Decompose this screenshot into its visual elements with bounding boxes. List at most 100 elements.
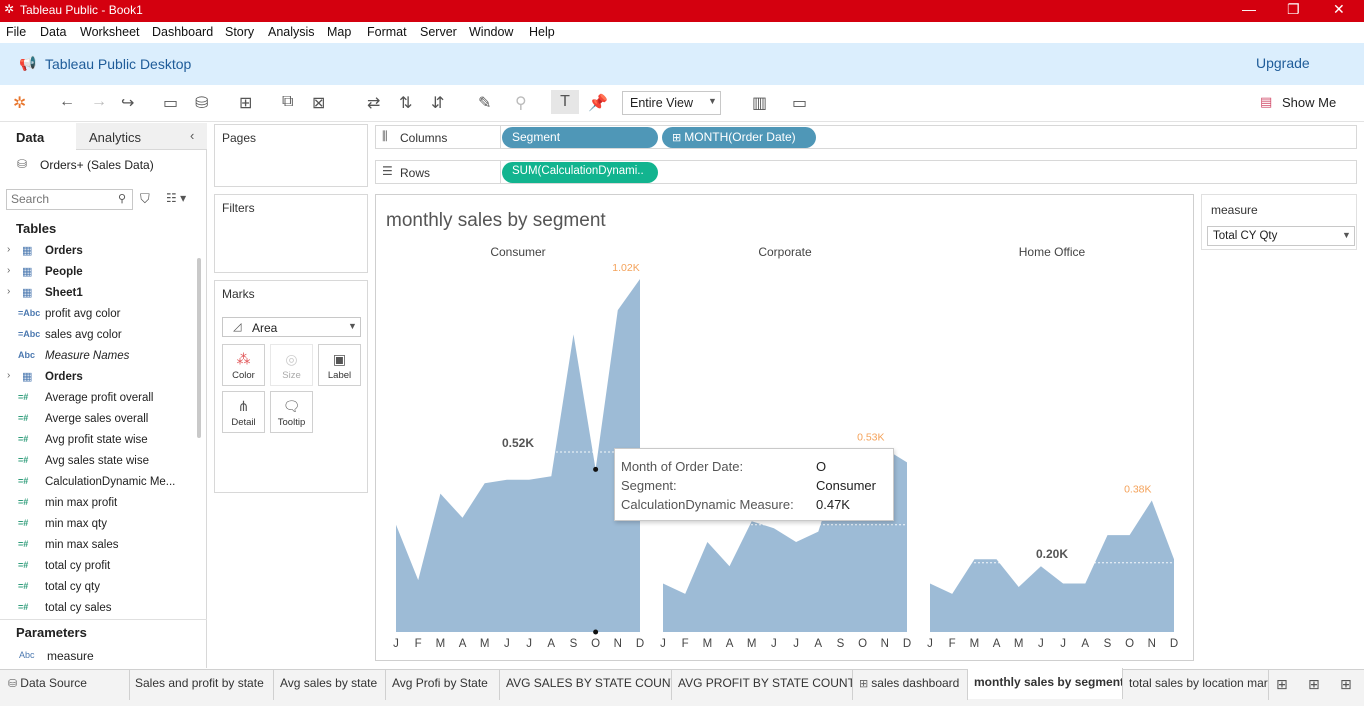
maximize-icon[interactable]: ❐ [1287,1,1300,18]
color-button[interactable]: ⁂ Color [222,344,265,386]
tab-avg-profit-by-state-count[interactable]: AVG PROFIT BY STATE COUNT [672,669,853,700]
pin-axis-icon[interactable]: 📌 [588,93,608,113]
new-datasource-icon[interactable]: ⛁ [195,93,208,113]
pages-card[interactable]: Pages [214,124,368,187]
tab-analytics[interactable]: Analytics ‹ [76,123,207,150]
tab-data-source[interactable]: ⛁ Data Source [0,669,130,700]
minimize-icon[interactable]: — [1242,1,1256,17]
menu-bar: File Data Worksheet Dashboard Story Anal… [0,22,1364,43]
show-labels-icon[interactable]: T [551,90,579,114]
field-item[interactable]: =# Avg sales state wise [0,451,190,472]
field-item[interactable]: =# min max qty [0,514,190,535]
expand-arrow-icon[interactable]: › [7,244,10,255]
field-item[interactable]: =# Avg profit state wise [0,430,190,451]
redo-icon[interactable]: → [91,93,107,111]
replay-icon[interactable]: ↪ [121,93,134,113]
parameter-item[interactable]: measure [47,649,94,663]
pill-segment[interactable]: Segment [502,127,658,148]
pill-month-order-date[interactable]: ⊞ MONTH(Order Date) [662,127,816,148]
tab-total-sales-by-location[interactable]: total sales by location mar [1123,669,1269,700]
undo-icon[interactable]: ← [59,93,75,111]
field-item[interactable]: › ▦ Orders [0,367,190,388]
fit-dropdown[interactable]: Entire View ▼ [622,91,721,115]
collapse-pane-icon[interactable]: ‹ [190,128,194,143]
filters-card[interactable]: Filters [214,194,368,273]
tab-monthly-sales-by-segment[interactable]: monthly sales by segment [968,668,1123,699]
field-item[interactable]: =Abc sales avg color [0,325,190,346]
swap-icon[interactable]: ⇄ [367,93,380,113]
search-input[interactable] [11,192,111,206]
expand-arrow-icon[interactable]: › [7,265,10,276]
mark-type-dropdown[interactable]: ◿ Area ▼ [222,317,361,337]
field-item[interactable]: =# min max profit [0,493,190,514]
search-field[interactable]: ⚲ [6,189,133,210]
presentation-mode-icon[interactable]: ▭ [792,93,807,113]
datasource-name[interactable]: Orders+ (Sales Data) [40,158,154,172]
field-item[interactable]: =# CalculationDynamic Me... [0,472,190,493]
show-me-button[interactable]: ▤ Show Me [1260,94,1350,114]
pill-calculation-dynamic[interactable]: SUM(CalculationDynami.. [502,162,658,183]
field-item[interactable]: =# Average profit overall [0,388,190,409]
parameter-dropdown[interactable]: Total CY Qty ▼ [1207,226,1355,246]
field-item[interactable]: =# Averge sales overall [0,409,190,430]
menu-worksheet[interactable]: Worksheet [80,25,140,39]
field-item[interactable]: › ▦ Orders [0,241,190,262]
new-story-tab-icon[interactable]: ⊞ [1340,676,1352,693]
sort-descending-icon[interactable]: ⇵ [431,93,444,113]
close-icon[interactable]: ✕ [1333,1,1345,18]
tab-sales-dashboard[interactable]: ⊞ sales dashboard [853,669,968,700]
card-visibility-icon[interactable]: ▥ [752,93,767,113]
tooltip-value-segment: Consumer [816,478,876,493]
expand-arrow-icon[interactable]: › [7,286,10,297]
field-scrollbar[interactable] [197,258,201,438]
view-options-icon[interactable]: ☷ ▾ [166,191,186,205]
tab-data[interactable]: Data [0,123,76,150]
calc-measure-icon: =# [18,392,29,402]
new-dashboard-tab-icon[interactable]: ⊞ [1308,676,1320,693]
menu-help[interactable]: Help [529,25,555,39]
field-label: profit avg color [45,308,121,320]
tab-avg-sales-by-state[interactable]: Avg sales by state [274,669,386,700]
tooltip-button[interactable]: 🗨 Tooltip [270,391,313,433]
field-item[interactable]: =Abc profit avg color [0,304,190,325]
menu-story[interactable]: Story [225,25,254,39]
menu-file[interactable]: File [6,25,26,39]
menu-map[interactable]: Map [327,25,351,39]
expand-arrow-icon[interactable]: › [7,370,10,381]
clear-sheet-icon[interactable]: ⊠ [312,93,325,113]
rows-label: Rows [400,166,431,180]
field-item[interactable]: =# min max sales [0,535,190,556]
tab-avg-sales-by-state-count[interactable]: AVG SALES BY STATE COUNT [500,669,672,700]
group-icon[interactable]: ⚲ [515,93,527,113]
menu-format[interactable]: Format [367,25,407,39]
tab-avg-profi-by-state[interactable]: Avg Profi by State [386,669,500,700]
tooltip-popup: Month of Order Date: O Segment: Consumer… [614,448,894,521]
menu-dashboard[interactable]: Dashboard [152,25,213,39]
highlight-icon[interactable]: ✎ [478,93,491,113]
tooltip-icon: 🗨 [282,398,301,414]
field-item[interactable]: › ▦ People [0,262,190,283]
new-worksheet-tab-icon[interactable]: ⊞ [1276,676,1288,693]
field-item[interactable]: Abc Measure Names [0,346,190,367]
size-button[interactable]: ◎ Size [270,344,313,386]
field-item[interactable]: › ▦ Sheet1 [0,283,190,304]
tab-sales-profit-by-state[interactable]: Sales and profit by state [129,669,274,700]
calc-measure-icon: =# [18,518,29,528]
sort-ascending-icon[interactable]: ⇅ [399,93,412,113]
new-worksheet-icon[interactable]: ⊞ [239,93,252,113]
field-item[interactable]: =# total cy qty [0,577,190,598]
field-item[interactable]: =# total cy sales [0,598,190,619]
menu-analysis[interactable]: Analysis [268,25,315,39]
duplicate-sheet-icon[interactable]: ⧉ [282,93,293,111]
menu-data[interactable]: Data [40,25,66,39]
upgrade-link[interactable]: Upgrade [1256,55,1310,71]
tableau-logo-icon[interactable]: ✲ [13,93,26,113]
window-title: Tableau Public - Book1 [20,3,143,17]
menu-window[interactable]: Window [469,25,513,39]
filter-icon[interactable]: ⛉ [140,191,150,207]
menu-server[interactable]: Server [420,25,457,39]
save-icon[interactable]: ▭ [163,93,178,113]
field-item[interactable]: =# total cy profit [0,556,190,577]
detail-button[interactable]: ⋔ Detail [222,391,265,433]
label-button[interactable]: ▣ Label [318,344,361,386]
